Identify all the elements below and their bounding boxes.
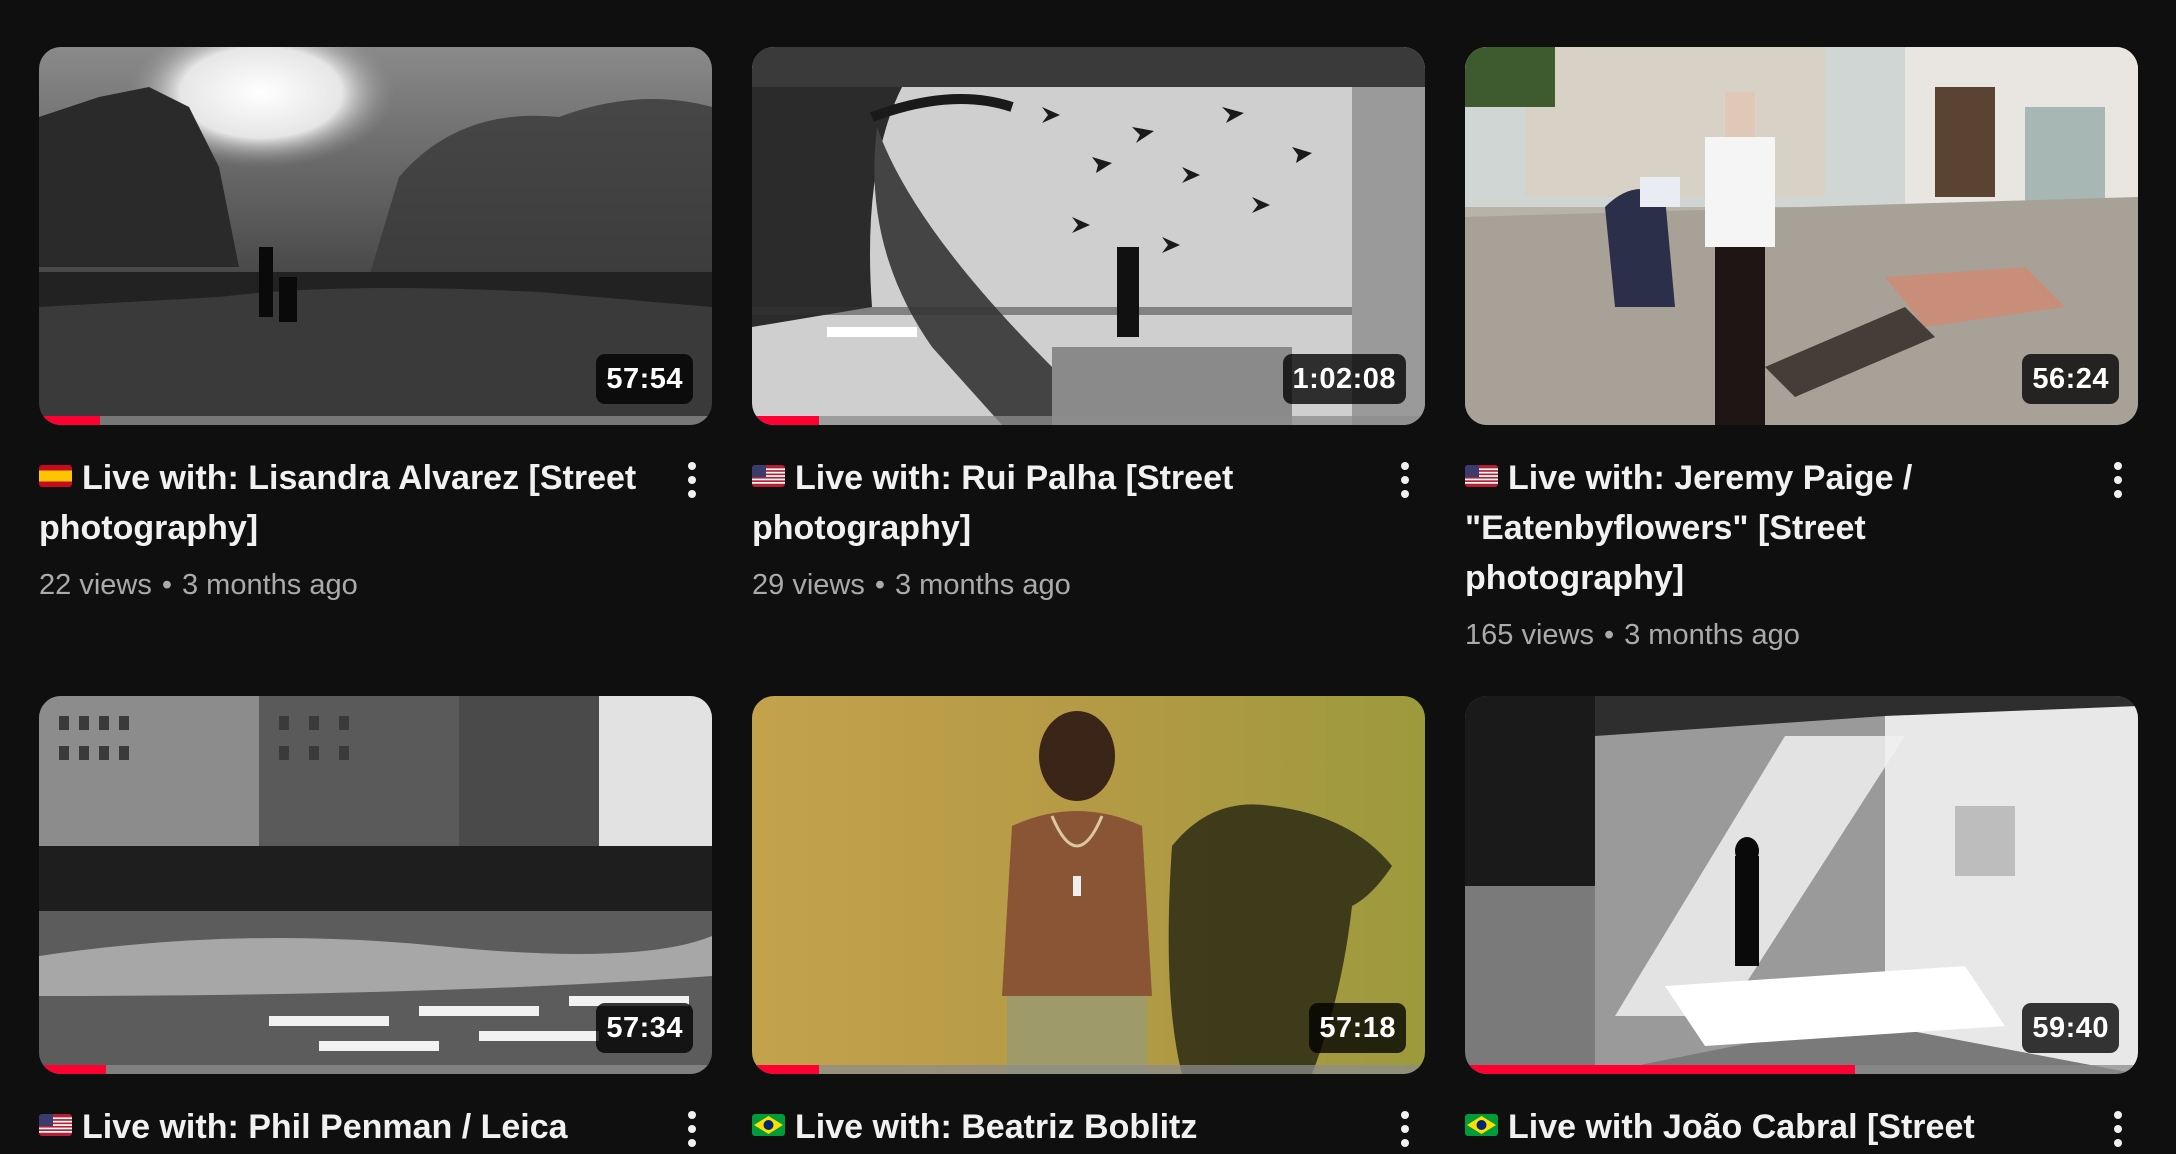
watch-progress-fill	[752, 1065, 820, 1074]
spain-flag-icon	[39, 465, 72, 487]
video-title-text: Live with: Lisandra Alvarez [Street phot…	[39, 459, 637, 547]
usa-flag-icon	[39, 1114, 72, 1136]
video-title-text: Live with: Jeremy Paige / "Eatenbyflower…	[1465, 459, 1913, 597]
watch-progress-bar	[752, 416, 1425, 425]
video-title-text: Live with: Phil Penman / Leica	[82, 1108, 568, 1146]
video-title-text: Live with: Rui Palha [Street photography…	[752, 459, 1234, 547]
video-thumbnail[interactable]: 57:54	[39, 47, 712, 425]
more-actions-icon[interactable]	[2104, 455, 2132, 505]
video-thumbnail[interactable]: 59:40	[1465, 696, 2138, 1074]
more-actions-icon[interactable]	[678, 455, 706, 505]
video-card[interactable]: 1:02:08 Live with: Rui Palha [Street pho…	[752, 47, 1425, 603]
video-thumbnail[interactable]: 1:02:08	[752, 47, 1425, 425]
video-title[interactable]: Live with: Beatriz Boblitz	[752, 1102, 1365, 1152]
view-count: 165 views	[1465, 619, 1594, 651]
watch-progress-bar	[39, 1065, 712, 1074]
separator-dot: •	[874, 569, 885, 601]
upload-age: 3 months ago	[1624, 619, 1800, 651]
watch-progress-bar	[39, 416, 712, 425]
upload-age: 3 months ago	[894, 569, 1071, 601]
video-details: Live with: Lisandra Alvarez [Street phot…	[39, 453, 712, 603]
more-actions-icon[interactable]	[2104, 1104, 2132, 1154]
video-title[interactable]: Live with: Rui Palha [Street photography…	[752, 453, 1365, 553]
video-stats: 165 views • 3 months ago	[1465, 617, 2078, 653]
video-thumbnail[interactable]: 57:34	[39, 696, 712, 1074]
brazil-flag-icon	[1465, 1114, 1498, 1136]
more-actions-icon[interactable]	[1391, 455, 1419, 505]
video-details: Live with: Beatriz Boblitz	[752, 1102, 1425, 1152]
duration-badge: 57:54	[596, 354, 693, 404]
brazil-flag-icon	[752, 1114, 785, 1136]
video-card[interactable]: 57:34 Live with: Phil Penman / Leica	[39, 696, 712, 1152]
video-card[interactable]: 57:18 Live with: Beatriz Boblitz	[752, 696, 1425, 1152]
view-count: 29 views	[752, 569, 865, 601]
duration-badge: 59:40	[2022, 1003, 2119, 1053]
watch-progress-fill	[1465, 1065, 1856, 1074]
video-details: Live with: Jeremy Paige / "Eatenbyflower…	[1465, 453, 2138, 653]
duration-badge: 1:02:08	[1282, 354, 1406, 404]
more-actions-icon[interactable]	[1391, 1104, 1419, 1154]
video-thumbnail[interactable]: 57:18	[752, 696, 1425, 1074]
duration-badge: 56:24	[2022, 354, 2119, 404]
video-title[interactable]: Live with João Cabral [Street	[1465, 1102, 2078, 1152]
watch-progress-bar	[752, 1065, 1425, 1074]
video-title[interactable]: Live with: Phil Penman / Leica	[39, 1102, 652, 1152]
separator-dot: •	[1603, 619, 1615, 651]
more-actions-icon[interactable]	[678, 1104, 706, 1154]
duration-badge: 57:34	[596, 1003, 693, 1053]
watch-progress-fill	[39, 416, 100, 425]
video-title-text: Live with João Cabral [Street	[1508, 1108, 1975, 1146]
video-details: Live with: Rui Palha [Street photography…	[752, 453, 1425, 603]
watch-progress-fill	[39, 1065, 107, 1074]
video-details: Live with: Phil Penman / Leica	[39, 1102, 712, 1152]
usa-flag-icon	[752, 465, 785, 487]
duration-badge: 57:18	[1309, 1003, 1406, 1053]
usa-flag-icon	[1465, 465, 1498, 487]
separator-dot: •	[161, 569, 172, 601]
video-grid: 57:54 Live with: Lisandra Alvarez [Stree…	[0, 0, 2176, 1154]
view-count: 22 views	[39, 569, 152, 601]
video-card[interactable]: 57:54 Live with: Lisandra Alvarez [Stree…	[39, 47, 712, 603]
video-card[interactable]: 59:40 Live with João Cabral [Street	[1465, 696, 2138, 1152]
watch-progress-fill	[752, 416, 820, 425]
video-stats: 29 views • 3 months ago	[752, 567, 1365, 603]
video-stats: 22 views • 3 months ago	[39, 567, 652, 603]
video-title[interactable]: Live with: Jeremy Paige / "Eatenbyflower…	[1465, 453, 2078, 603]
video-thumbnail[interactable]: 56:24	[1465, 47, 2138, 425]
video-card[interactable]: 56:24 Live with: Jeremy Paige / "Eatenby…	[1465, 47, 2138, 653]
video-title-text: Live with: Beatriz Boblitz	[795, 1108, 1198, 1146]
watch-progress-bar	[1465, 1065, 2138, 1074]
video-details: Live with João Cabral [Street	[1465, 1102, 2138, 1152]
upload-age: 3 months ago	[181, 569, 358, 601]
video-title[interactable]: Live with: Lisandra Alvarez [Street phot…	[39, 453, 652, 553]
